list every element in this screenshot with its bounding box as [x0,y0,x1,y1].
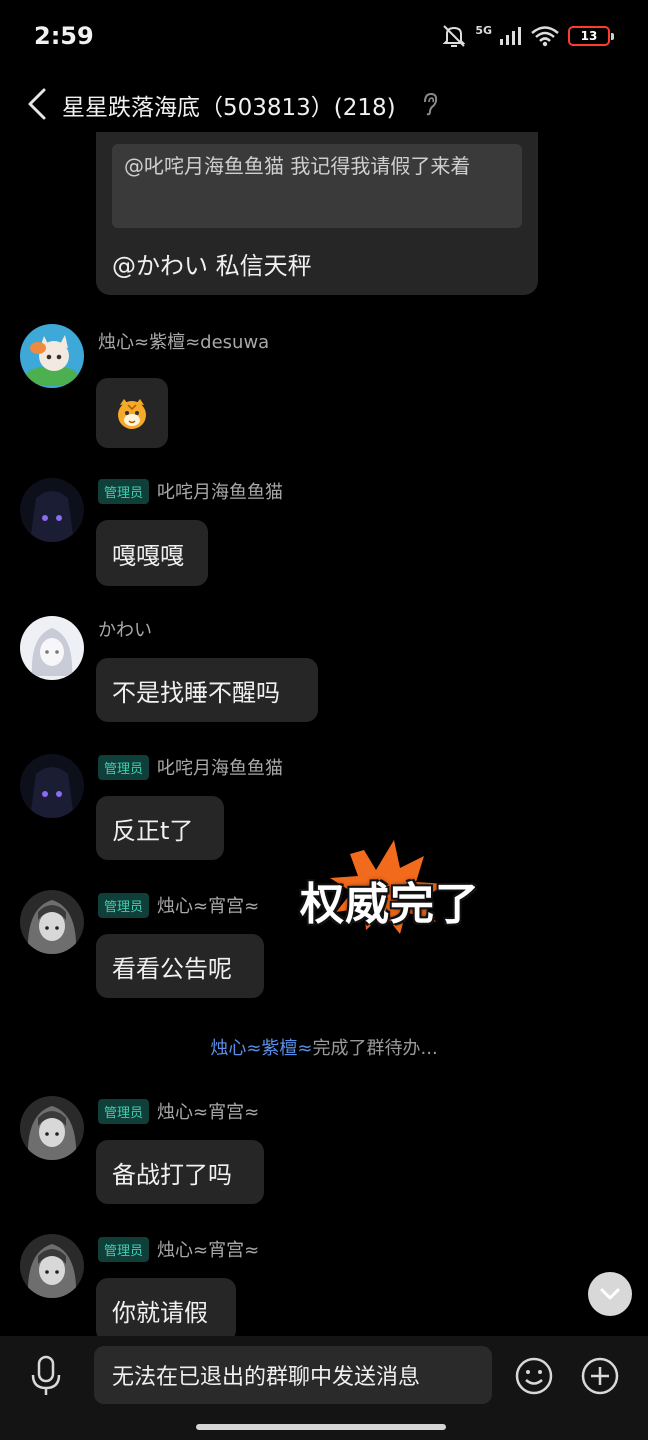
battery-level: 13 [580,29,598,43]
sender-line: 管理员 叱咤月海鱼鱼猫 [98,478,283,504]
admin-badge: 管理员 [98,1098,150,1124]
network-type: 5G [475,23,492,37]
sender-line: 管理员 烛心≈宵宫≈ [98,1236,259,1262]
input-bar: 无法在已退出的群聊中发送消息 [0,1336,648,1440]
sender-name[interactable]: 烛心≈紫檀≈desuwa [98,328,269,354]
reply-text: @かわい 私信天秤 [112,252,312,280]
input-disabled-text: 无法在已退出的群聊中发送消息 [112,1365,421,1390]
sender-name[interactable]: 烛心≈宵宫≈ [157,1236,259,1262]
message-list[interactable]: @叱咤月海鱼鱼猫 我记得我请假了来着 @かわい 私信天秤 烛心≈紫檀≈desuw… [0,132,648,1336]
status-bar: 2:59 5G 13 [0,0,648,76]
microphone-icon[interactable] [26,1354,66,1398]
group-title[interactable]: 星星跌落海底（503813）(218) [62,88,396,122]
message-text: 不是找睡不醒吗 [112,678,280,707]
sender-name[interactable]: 叱咤月海鱼鱼猫 [157,478,283,504]
message-bubble[interactable]: 不是找睡不醒吗 [96,658,318,722]
sticker-message[interactable] [96,378,168,448]
sender-name[interactable]: かわい [98,616,152,642]
wifi-icon [531,26,559,47]
admin-badge: 管理员 [98,754,150,780]
sender-name[interactable]: 烛心≈宵宫≈ [157,892,259,918]
home-indicator[interactable] [196,1424,446,1430]
chevron-down-icon [600,1288,620,1300]
system-message: 烛心≈紫檀≈完成了群待办... [0,1034,648,1060]
admin-badge: 管理员 [98,478,150,504]
sender-line: 烛心≈紫檀≈desuwa [98,328,269,354]
sticker-caption: 权威完了 [300,879,480,930]
message-text: 备战打了吗 [112,1160,232,1189]
overlay-sticker: 权威完了 [296,838,480,938]
tiger-emoji-icon [118,399,146,429]
sender-name[interactable]: 叱咤月海鱼鱼猫 [157,754,283,780]
battery-indicator: 13 [568,26,614,46]
emoji-icon[interactable] [514,1356,554,1396]
message-text: 看看公告呢 [112,954,232,983]
status-time: 2:59 [34,22,94,50]
admin-badge: 管理员 [98,892,150,918]
plus-icon[interactable] [580,1356,620,1396]
message-bubble[interactable]: 反正t了 [96,796,224,860]
admin-badge: 管理员 [98,1236,150,1262]
sender-line: 管理员 烛心≈宵宫≈ [98,892,259,918]
status-icons: 5G 13 [441,23,614,48]
quoted-message-bubble[interactable]: @叱咤月海鱼鱼猫 我记得我请假了来着 @かわい 私信天秤 [96,132,538,295]
sender-line: 管理员 叱咤月海鱼鱼猫 [98,754,283,780]
mute-bell-icon [442,25,466,47]
message-text: 你就请假 [112,1298,208,1327]
message-bubble[interactable]: 备战打了吗 [96,1140,264,1204]
avatar[interactable] [20,616,84,680]
message-text: 反正t了 [112,816,194,845]
avatar[interactable] [20,1234,84,1298]
message-bubble[interactable]: 看看公告呢 [96,934,264,998]
avatar[interactable] [20,324,84,388]
avatar[interactable] [20,754,84,818]
sender-line: かわい [98,616,152,642]
quoted-message[interactable]: @叱咤月海鱼鱼猫 我记得我请假了来着 [112,144,522,228]
avatar[interactable] [20,1096,84,1160]
avatar[interactable] [20,478,84,542]
scroll-to-bottom-button[interactable] [588,1272,632,1316]
message-text: 嘎嘎嘎 [112,541,184,570]
cell-signal-icon [500,27,521,45]
message-bubble[interactable]: 嘎嘎嘎 [96,520,208,586]
sender-line: 管理员 烛心≈宵宫≈ [98,1098,259,1124]
message-input[interactable]: 无法在已退出的群聊中发送消息 [94,1346,492,1404]
chat-title-bar: 星星跌落海底（503813）(218) [0,76,648,132]
hearing-icon[interactable] [422,92,438,116]
avatar[interactable] [20,890,84,954]
back-icon[interactable] [20,84,56,124]
sender-name[interactable]: 烛心≈宵宫≈ [157,1098,259,1124]
system-action[interactable]: 完成了群待办... [313,1038,438,1059]
message-bubble[interactable]: 你就请假 [96,1278,236,1336]
system-actor[interactable]: 烛心≈紫檀≈ [210,1038,312,1059]
